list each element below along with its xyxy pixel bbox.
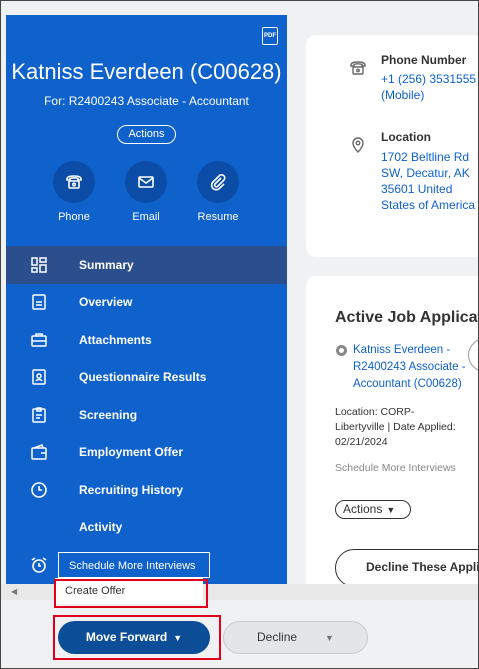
location-label: Location [381,130,431,144]
decline-applications-button[interactable]: Decline These Applications [335,549,478,587]
job-actions-label: Actions [343,502,383,516]
nav-item-recruiting-history[interactable]: Recruiting History [6,471,287,509]
resume-button[interactable]: Resume [188,161,248,223]
job-application-link[interactable]: Katniss Everdeen - R2400243 Associate - … [353,342,466,393]
phone-button[interactable]: Phone [44,161,104,223]
nav-label: Employment Offer [79,445,184,460]
nav-item-attachments[interactable]: Attachments [6,321,287,359]
phone-icon [349,59,367,77]
candidate-requisition: For: R2400243 Associate - Accountant [44,94,249,108]
nav-label: Activity [79,520,123,535]
decline-button[interactable]: Decline ▼ [223,621,368,654]
phone-number-label: Phone Number [381,53,467,67]
pdf-icon[interactable]: PDF [262,27,278,45]
alarm-clock-icon [30,556,48,574]
candidate-nav: Summary Overview Attachments Questionnai… [6,246,287,584]
phone-number-link[interactable]: +1 (256) 3531555 (Mobile) [381,71,476,103]
nav-label: Summary [79,257,134,272]
email-icon [125,161,167,203]
candidate-name: Katniss Everdeen (C00628) [11,59,282,84]
highlight-create-offer [54,579,208,608]
document-icon [30,293,48,311]
job-actions-button[interactable]: Actions ▼ [335,500,411,519]
briefcase-icon [30,331,48,349]
nav-label: Overview [79,295,133,310]
caret-down-icon: ▼ [325,633,334,643]
card-title: Active Job Applications [335,309,478,326]
nav-item-questionnaire-results[interactable]: Questionnaire Results [6,359,287,397]
decline-label: Decline [257,630,298,644]
nav-label: Screening [79,407,138,422]
scroll-left-icon[interactable]: ◀ [11,587,17,596]
nav-item-employment-offer[interactable]: Employment Offer [6,434,287,472]
nav-label: Recruiting History [79,482,184,497]
grid-icon [30,256,48,274]
phone-icon [53,161,95,203]
nav-label: Attachments [79,332,152,347]
nav-label: Questionnaire Results [79,370,207,385]
candidate-actions-button[interactable]: Actions [117,125,176,144]
status-dot-icon [336,345,347,356]
person-card-icon [30,368,48,386]
nav-item-overview[interactable]: Overview [6,284,287,322]
job-location-date: Location: CORP- Libertyville | Date Appl… [335,406,456,448]
job-status-text: Schedule More Interviews [335,462,456,474]
candidate-panel: PDF Katniss Everdeen (C00628) For: R2400… [6,15,287,587]
resume-label: Resume [197,211,239,223]
cut-off-button[interactable] [468,337,478,373]
active-job-applications-card: Active Job Applications Katniss Everdeen… [306,276,478,596]
nav-item-summary[interactable]: Summary [6,246,287,284]
location-pin-icon [349,136,367,154]
nav-item-screening[interactable]: Screening [6,396,287,434]
location-link[interactable]: 1702 Beltline Rd SW, Decatur, AK 35601 U… [381,149,475,213]
contact-info-card: Phone Number +1 (256) 3531555 (Mobile) L… [306,35,478,257]
app-window: PDF Katniss Everdeen (C00628) For: R2400… [0,0,479,669]
caret-down-icon: ▼ [386,505,396,515]
menu-item-schedule-more-interviews[interactable]: Schedule More Interviews [58,552,210,578]
email-button[interactable]: Email [116,161,176,223]
phone-label: Phone [58,211,90,223]
clock-icon [30,481,48,499]
wallet-icon [30,443,48,461]
nav-item-activity[interactable]: Activity [6,509,287,547]
paperclip-icon [197,161,239,203]
clipboard-icon [30,406,48,424]
email-label: Email [132,211,160,223]
highlight-move-forward [53,615,221,660]
